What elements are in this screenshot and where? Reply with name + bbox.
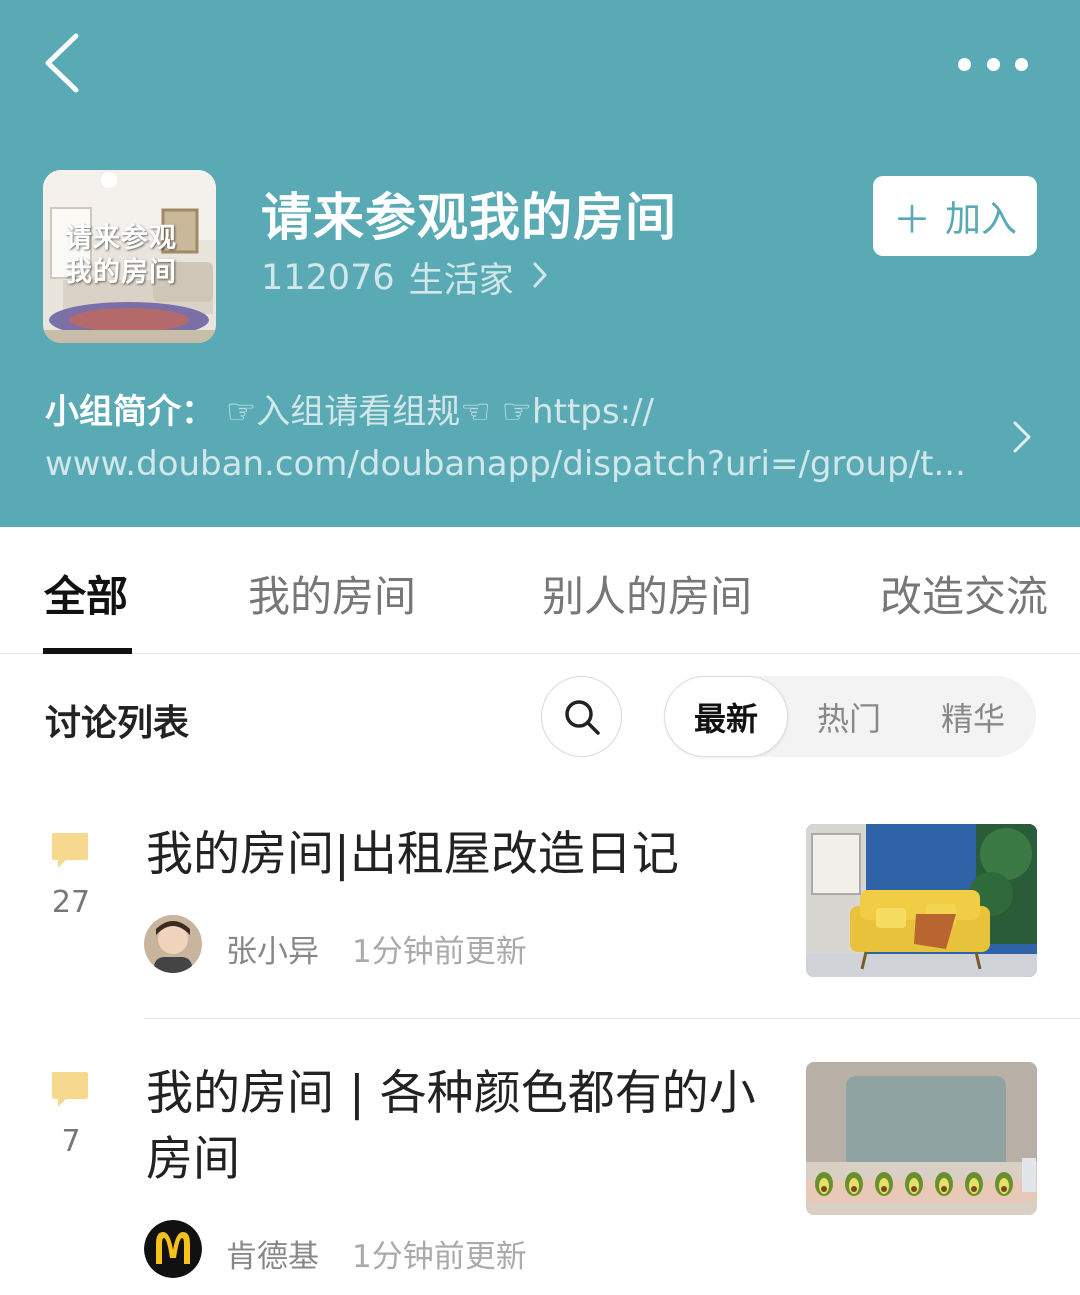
cover-caption-line2: 我的房间 bbox=[65, 257, 177, 288]
comment-icon bbox=[52, 833, 88, 868]
post-author[interactable]: 肯德基 bbox=[226, 1231, 319, 1276]
post-updated: 1分钟前更新 bbox=[352, 1239, 527, 1275]
tab-all[interactable]: 全部 bbox=[44, 563, 128, 624]
comment-count: 27 bbox=[51, 885, 91, 920]
more-button[interactable] bbox=[958, 50, 1028, 78]
search-icon bbox=[564, 699, 600, 735]
member-label: 生活家 bbox=[408, 261, 514, 301]
cover-caption-line1: 请来参观 bbox=[65, 223, 177, 254]
intro-text-line1: ☞入组请看组规☜ ☞https:// bbox=[225, 392, 654, 432]
tab-my-room[interactable]: 我的房间 bbox=[248, 563, 416, 624]
tab-bar: 全部 我的房间 别人的房间 改造交流 bbox=[0, 527, 1080, 654]
post-thumbnail[interactable] bbox=[806, 1062, 1037, 1215]
intro-label: 小组简介： bbox=[45, 392, 215, 432]
join-button[interactable]: ＋ 加入 bbox=[873, 176, 1037, 256]
cover-caption: 请来参观 我的房间 bbox=[65, 222, 177, 290]
post-title[interactable]: 我的房间 | 各种颜色都有的小房间 bbox=[146, 1061, 766, 1193]
more-dot bbox=[1015, 57, 1028, 71]
back-button[interactable] bbox=[40, 30, 90, 96]
sort-hot[interactable]: 热门 bbox=[817, 676, 881, 757]
chevron-right-icon[interactable] bbox=[1010, 418, 1034, 456]
post-thumbnail[interactable] bbox=[806, 824, 1037, 977]
post-title[interactable]: 我的房间|出租屋改造日记 bbox=[146, 822, 766, 888]
active-tab-indicator bbox=[43, 648, 132, 654]
post-updated: 1分钟前更新 bbox=[352, 934, 527, 970]
sort-featured[interactable]: 精华 bbox=[941, 676, 1005, 757]
group-members-link[interactable]: 112076 生活家 bbox=[261, 252, 548, 303]
group-header: 请来参观 我的房间 请来参观我的房间 112076 生活家 ＋ 加入 小组简介：… bbox=[0, 0, 1080, 527]
group-title: 请来参观我的房间 bbox=[261, 189, 678, 248]
search-button[interactable] bbox=[541, 676, 622, 757]
chevron-left-icon bbox=[45, 33, 79, 93]
avatar[interactable] bbox=[144, 1220, 202, 1278]
discussion-list-title: 讨论列表 bbox=[45, 703, 190, 744]
comment-count: 7 bbox=[61, 1124, 81, 1159]
divider bbox=[144, 1018, 1080, 1019]
intro-text-line2: www.douban.com/doubanapp/dispatch?uri=/g… bbox=[45, 444, 966, 484]
group-intro[interactable]: 小组简介： ☞入组请看组规☜ ☞https:// www.douban.com/… bbox=[45, 386, 995, 490]
join-label: 加入 bbox=[945, 199, 1018, 240]
group-cover-image[interactable]: 请来参观 我的房间 bbox=[43, 170, 216, 343]
chevron-right-icon bbox=[532, 258, 548, 298]
tab-renovation[interactable]: 改造交流 bbox=[880, 563, 1048, 624]
post-author[interactable]: 张小异 bbox=[226, 926, 319, 971]
more-dot bbox=[986, 57, 1000, 71]
sort-latest[interactable]: 最新 bbox=[664, 676, 788, 757]
avatar[interactable] bbox=[144, 915, 202, 973]
sort-toggle: 最新 热门 精华 bbox=[664, 676, 1036, 757]
tab-others-room[interactable]: 别人的房间 bbox=[542, 563, 752, 624]
comment-icon bbox=[52, 1072, 88, 1107]
more-dot bbox=[958, 57, 971, 71]
member-count: 112076 bbox=[261, 257, 395, 298]
plus-icon: ＋ bbox=[892, 197, 931, 242]
